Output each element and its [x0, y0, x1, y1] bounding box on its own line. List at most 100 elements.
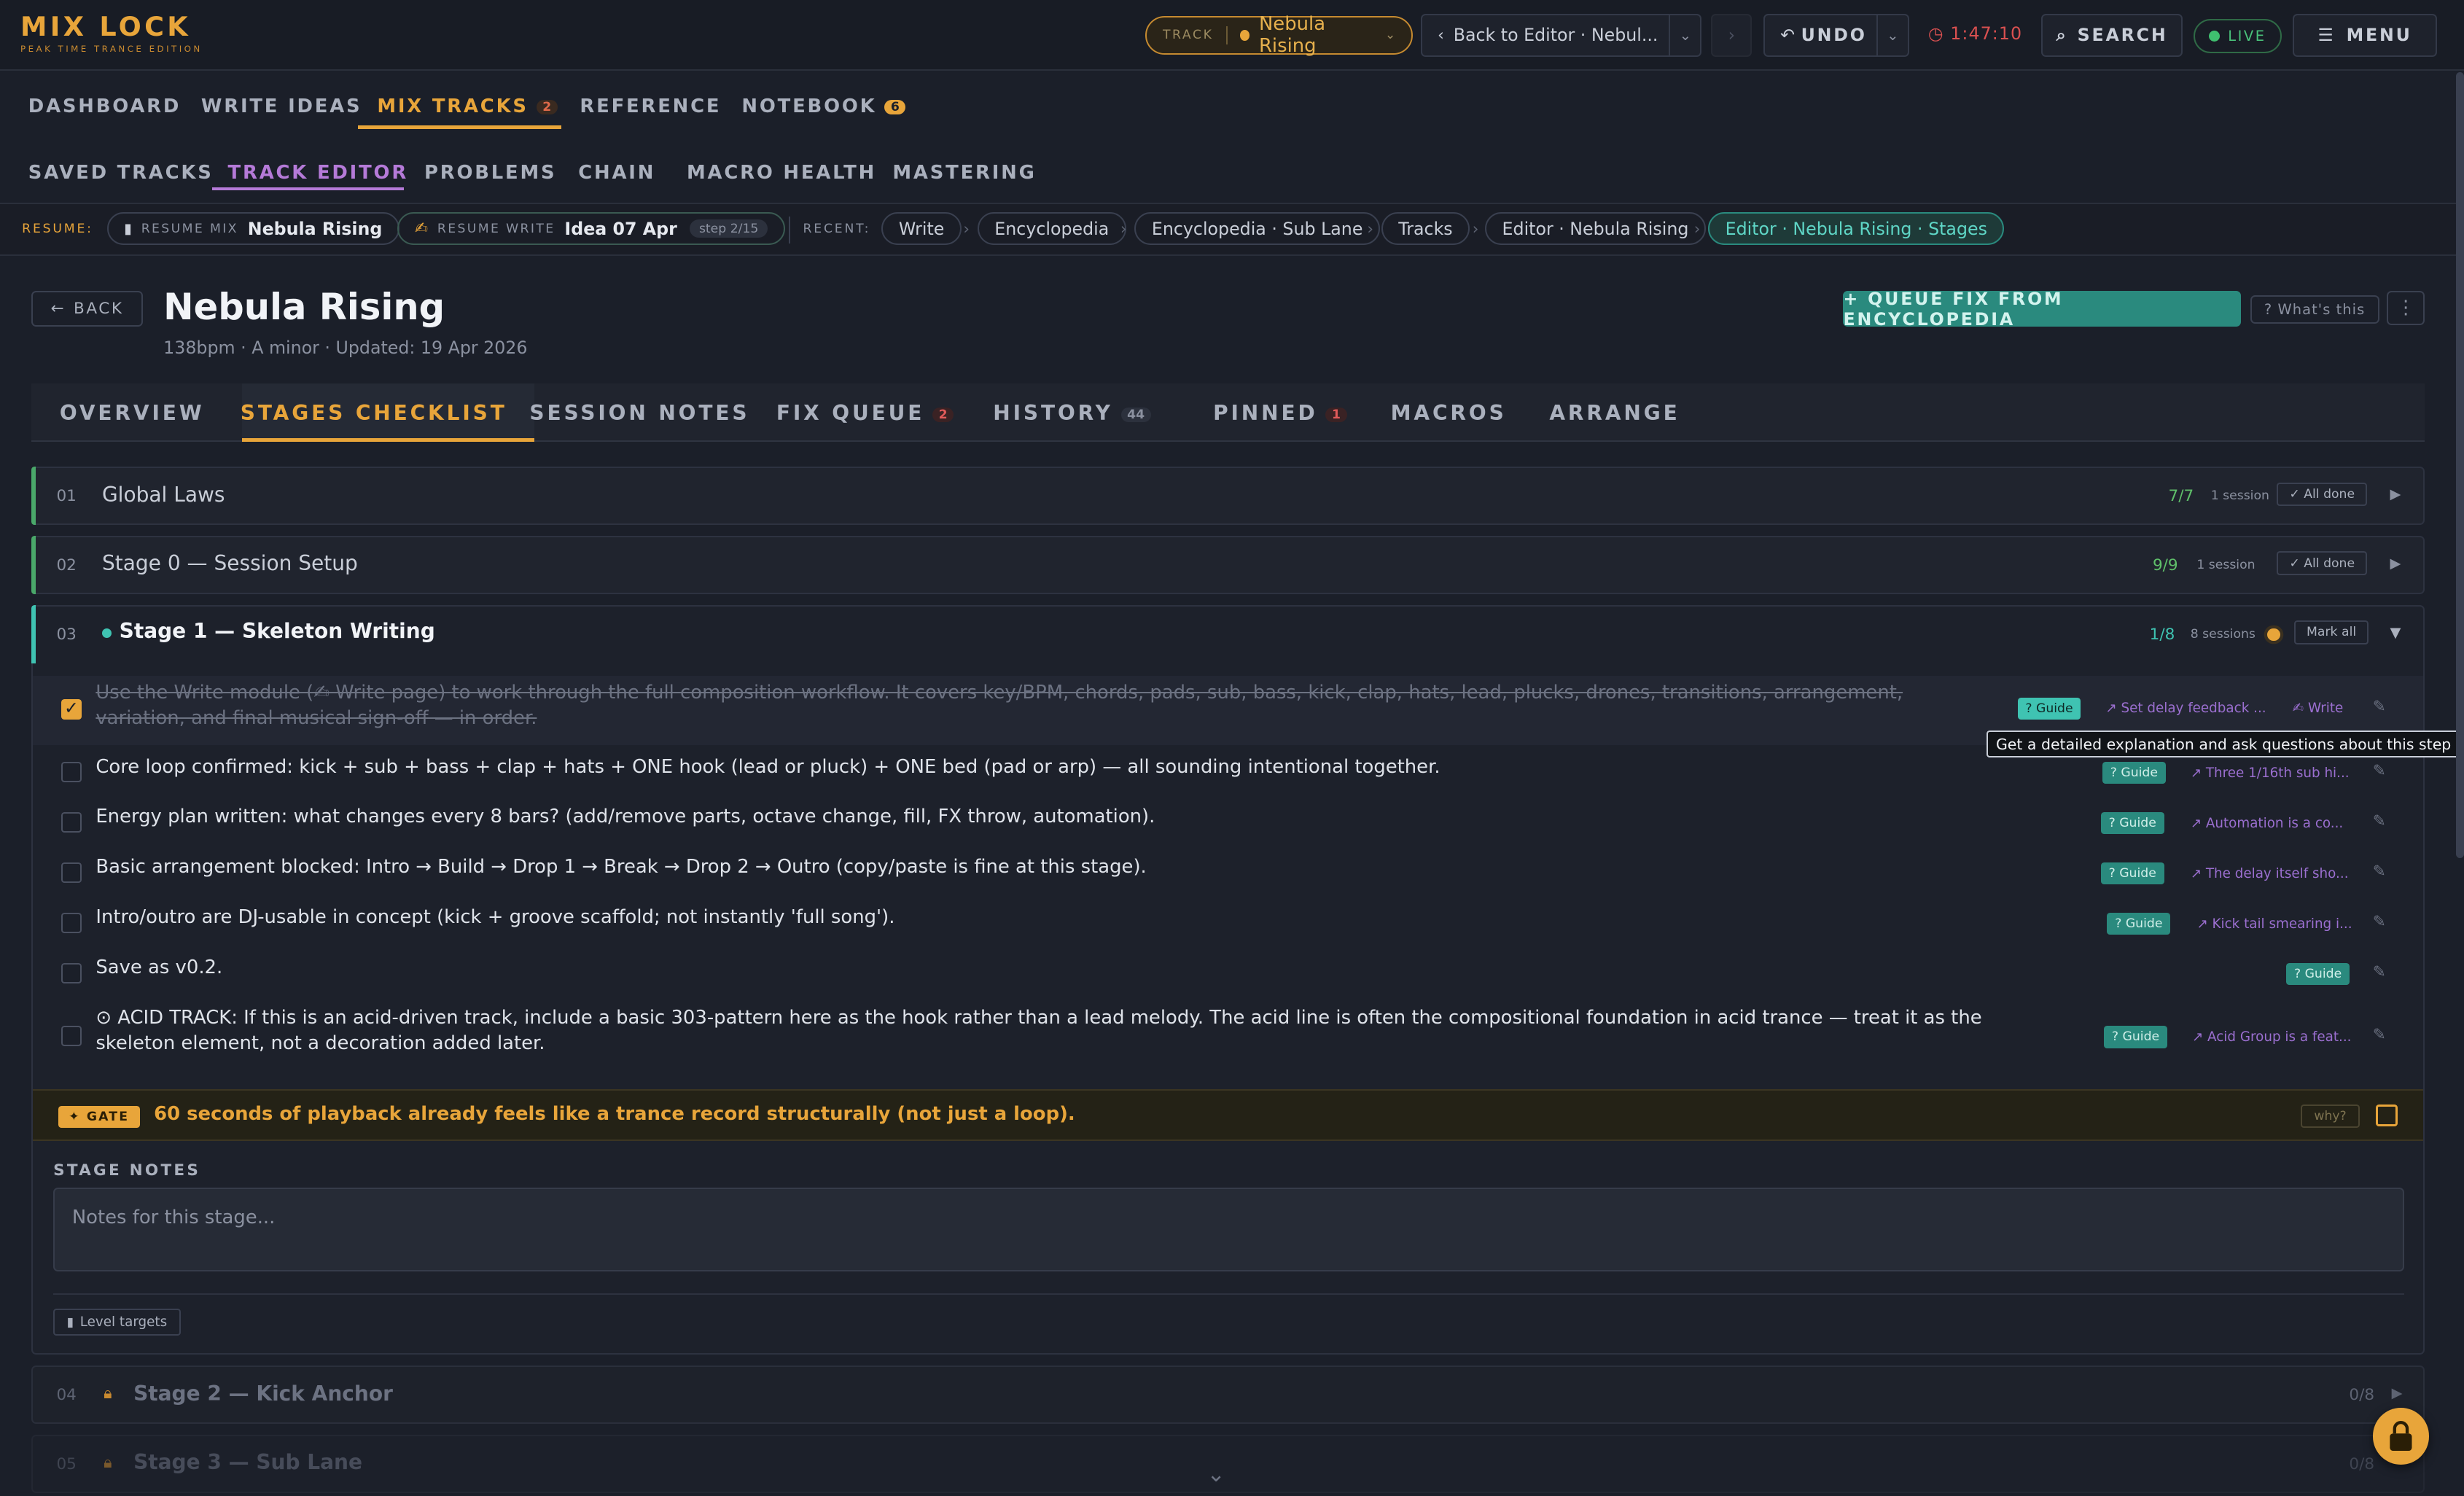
- stage-number: 05: [56, 1454, 77, 1473]
- level-targets-button[interactable]: ▮ Level targets: [53, 1309, 181, 1336]
- collapse-arrow-icon[interactable]: ▼: [2390, 624, 2401, 641]
- tab-fix-queue[interactable]: FIX QUEUE 2: [776, 401, 954, 425]
- tab-session-notes[interactable]: SESSION NOTES: [529, 401, 749, 425]
- logo[interactable]: MIX LOCK PEAK TIME TRANCE EDITION: [20, 14, 203, 55]
- checkbox[interactable]: [61, 1026, 82, 1047]
- undo-button[interactable]: ↶ UNDO ⌄: [1763, 14, 1909, 57]
- encyclopedia-link[interactable]: ↗ Automation is a co...: [2191, 816, 2344, 831]
- stage-progress: 1/8: [2149, 625, 2175, 644]
- subnav-mastering[interactable]: MASTERING: [892, 162, 1036, 184]
- stage-expanded: 03 Stage 1 — Skeleton Writing 1/8 8 sess…: [31, 604, 2425, 1355]
- tab-pinned[interactable]: PINNED 1: [1213, 401, 1347, 425]
- edit-icon[interactable]: ✎: [2373, 762, 2386, 780]
- stage-number: 01: [56, 487, 77, 506]
- live-indicator[interactable]: LIVE: [2194, 18, 2282, 54]
- checklist-item: Intro/outro are DJ-usable in concept (ki…: [33, 899, 2423, 949]
- search-button[interactable]: ⌕ SEARCH: [2041, 14, 2183, 57]
- stage-row[interactable]: 01 Global Laws 7/7 1 session ✓ All done …: [31, 467, 2425, 525]
- resume-write-chip[interactable]: ✍ RESUME WRITE Idea 07 Apr step 2/15: [397, 211, 785, 246]
- stage-progress: 7/7: [2168, 487, 2194, 506]
- track-status-dot: [1239, 29, 1250, 42]
- undo-dropdown-button[interactable]: ⌄: [1876, 15, 1908, 55]
- gate-checkbox[interactable]: [2376, 1105, 2398, 1127]
- scrollbar[interactable]: [2456, 72, 2464, 858]
- queue-fix-button[interactable]: + QUEUE FIX FROM ENCYCLOPEDIA: [1843, 289, 2241, 330]
- guide-button[interactable]: ? Guide: [2100, 862, 2164, 885]
- why-button[interactable]: why?: [2300, 1105, 2360, 1129]
- expand-arrow-icon[interactable]: ▶: [2392, 1384, 2403, 1401]
- stage-gate: ✦ GATE 60 seconds of playback already fe…: [33, 1088, 2423, 1141]
- file-icon: ▮: [124, 220, 132, 238]
- tab-overview[interactable]: OVERVIEW: [60, 401, 205, 425]
- recent-crumb[interactable]: Tracks: [1381, 211, 1470, 246]
- edit-icon[interactable]: ✎: [2373, 963, 2386, 981]
- more-options-icon[interactable]: ⋮: [2387, 290, 2425, 326]
- guide-button[interactable]: ? Guide: [2286, 963, 2350, 986]
- nav-mix-tracks[interactable]: MIX TRACKS 2: [377, 96, 558, 117]
- tab-stages-checklist[interactable]: STAGES CHECKLIST: [241, 401, 507, 425]
- nav-write-ideas[interactable]: WRITE IDEAS: [201, 96, 362, 117]
- lock-fab-button[interactable]: [2372, 1408, 2430, 1465]
- expand-arrow-icon[interactable]: ▶: [2390, 555, 2401, 572]
- nav-reference[interactable]: REFERENCE: [580, 96, 721, 117]
- guide-button[interactable]: ? Guide: [2102, 762, 2166, 784]
- edit-icon[interactable]: ✎: [2373, 913, 2386, 931]
- mark-all-button[interactable]: Mark all: [2293, 620, 2369, 644]
- stage-notes-textarea[interactable]: Notes for this stage...: [53, 1188, 2404, 1271]
- expand-arrow-icon[interactable]: ▶: [2390, 486, 2401, 502]
- edit-icon[interactable]: ✎: [2373, 1026, 2386, 1044]
- subnav-macro-health[interactable]: MACRO HEALTH: [687, 162, 876, 184]
- resume-mix-chip[interactable]: ▮ RESUME MIX Nebula Rising: [106, 211, 399, 246]
- history-dropdown-button[interactable]: ⌄: [1669, 15, 1700, 55]
- edit-icon[interactable]: ✎: [2373, 862, 2386, 881]
- stage-header[interactable]: 03 Stage 1 — Skeleton Writing 1/8 8 sess…: [33, 607, 2423, 663]
- checkbox-checked[interactable]: [61, 698, 82, 720]
- recent-crumb[interactable]: Editor · Nebula Rising: [1485, 211, 1706, 246]
- nav-mix-tracks-label: MIX TRACKS: [377, 96, 529, 118]
- forward-button[interactable]: ›: [1711, 14, 1753, 57]
- checkbox[interactable]: [61, 963, 82, 984]
- edit-icon[interactable]: ✎: [2373, 812, 2386, 830]
- breadcrumb-separator: ›: [1472, 219, 1479, 238]
- checkbox[interactable]: [61, 913, 82, 934]
- recent-crumb[interactable]: Encyclopedia: [977, 211, 1126, 246]
- stage-row-locked[interactable]: 04 🔒︎ Stage 2 — Kick Anchor 0/8 ▶: [31, 1366, 2425, 1424]
- all-done-button[interactable]: ✓ All done: [2277, 551, 2368, 575]
- write-link[interactable]: ✍ Write: [2293, 701, 2344, 716]
- tab-arrange[interactable]: ARRANGE: [1549, 401, 1680, 425]
- menu-button[interactable]: ☰ MENU: [2292, 14, 2438, 57]
- guide-button[interactable]: ? Guide: [2104, 1026, 2167, 1048]
- recent-crumb[interactable]: Write: [881, 211, 962, 246]
- nav-notebook[interactable]: NOTEBOOK 6: [741, 96, 906, 117]
- scroll-down-icon[interactable]: ⌄: [1206, 1462, 1225, 1487]
- whats-this-button[interactable]: ? What's this: [2250, 295, 2379, 324]
- encyclopedia-link[interactable]: ↗ Set delay feedback ...: [2105, 701, 2266, 716]
- stage-row-locked[interactable]: 05 🔒︎ Stage 3 — Sub Lane 0/8: [31, 1435, 2425, 1493]
- tab-history[interactable]: HISTORY 44: [993, 401, 1151, 425]
- recent-crumb[interactable]: Encyclopedia · Sub Lane: [1134, 211, 1380, 246]
- back-button[interactable]: ← BACK: [31, 290, 144, 327]
- subnav-track-editor[interactable]: TRACK EDITOR: [228, 162, 409, 184]
- edit-icon[interactable]: ✎: [2373, 698, 2386, 716]
- encyclopedia-link[interactable]: ↗ Kick tail smearing i...: [2196, 916, 2352, 932]
- all-done-button[interactable]: ✓ All done: [2277, 482, 2368, 506]
- back-to-editor-button[interactable]: ‹ Back to Editor · Nebul... ⌄: [1420, 14, 1702, 57]
- checkbox[interactable]: [61, 762, 82, 783]
- checkbox[interactable]: [61, 862, 82, 884]
- encyclopedia-link[interactable]: ↗ The delay itself sho...: [2191, 866, 2349, 881]
- guide-button[interactable]: ? Guide: [2107, 913, 2171, 935]
- subnav-chain[interactable]: CHAIN: [578, 162, 655, 184]
- stage-row[interactable]: 02 Stage 0 — Session Setup 9/9 1 session…: [31, 535, 2425, 594]
- guide-button[interactable]: ? Guide: [2017, 697, 2081, 720]
- recent-crumb-current[interactable]: Editor · Nebula Rising · Stages: [1708, 211, 2005, 246]
- search-label: SEARCH: [2077, 25, 2168, 46]
- tab-macros[interactable]: MACROS: [1391, 401, 1507, 425]
- subnav-saved-tracks[interactable]: SAVED TRACKS: [28, 162, 214, 184]
- subnav-problems[interactable]: PROBLEMS: [424, 162, 556, 184]
- current-track-pill[interactable]: TRACK Nebula Rising ⌄: [1145, 13, 1413, 57]
- checkbox[interactable]: [61, 812, 82, 833]
- encyclopedia-link[interactable]: ↗ Three 1/16th sub hi...: [2191, 765, 2350, 781]
- guide-button[interactable]: ? Guide: [2100, 812, 2164, 835]
- nav-dashboard[interactable]: DASHBOARD: [28, 96, 181, 117]
- encyclopedia-link[interactable]: ↗ Acid Group is a feat...: [2192, 1029, 2352, 1045]
